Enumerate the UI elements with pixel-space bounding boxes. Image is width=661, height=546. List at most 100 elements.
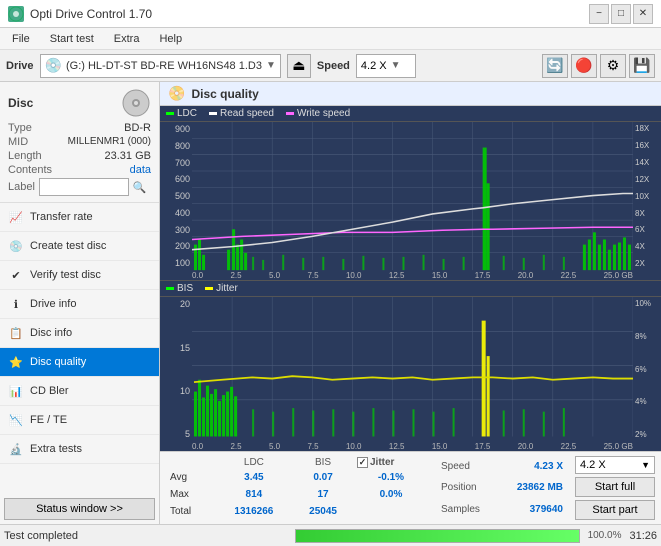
y-right-12x: 12X: [635, 175, 649, 184]
start-part-button[interactable]: Start part: [575, 500, 655, 520]
title-bar: Opti Drive Control 1.70 − □ ✕: [0, 0, 661, 28]
sidebar-item-disc-info[interactable]: 📋 Disc info: [0, 319, 159, 348]
x-bottom-label-50: 5.0: [269, 442, 280, 451]
y-bottom-15: 15: [180, 343, 190, 353]
stats-avg-row: Avg 3.45 0.07 -0.1%: [166, 469, 429, 486]
drive-label: Drive: [6, 60, 34, 72]
save-button[interactable]: 💾: [629, 54, 655, 78]
x-label-75: 7.5: [307, 271, 318, 280]
minimize-button[interactable]: −: [589, 4, 609, 24]
bottom-chart-svg-container: 0.0 2.5 5.0 7.5 10.0 12.5 15.0 17.5 20.0…: [192, 297, 633, 451]
drive-selector[interactable]: 💿 (G:) HL-DT-ST BD-RE WH16NS48 1.D3 ▼: [40, 54, 281, 78]
avg-jitter: -0.1%: [353, 469, 429, 486]
disc-contents-row: Contents data: [8, 164, 151, 176]
menu-help[interactable]: Help: [151, 31, 190, 47]
top-chart-legend: LDC Read speed Write speed: [160, 106, 661, 122]
speed-selector[interactable]: 4.2 X ▼: [356, 54, 416, 78]
label-input[interactable]: [39, 178, 129, 196]
length-value: 23.31 GB: [105, 150, 151, 162]
x-bottom-label-100: 10.0: [346, 442, 362, 451]
menu-extra[interactable]: Extra: [106, 31, 148, 47]
y-label-800: 800: [175, 141, 190, 151]
max-jitter: 0.0%: [353, 486, 429, 503]
position-label: Position: [441, 482, 477, 493]
chart-header: 📀 Disc quality: [160, 82, 661, 106]
speed-position-section: Speed 4.23 X Position 23862 MB Samples 3…: [437, 456, 567, 520]
th-empty: [166, 456, 215, 469]
nav-drive-info-label: Drive info: [30, 298, 76, 310]
status-window-button[interactable]: Status window >>: [4, 498, 155, 520]
bottom-chart-body: 20 15 10 5: [160, 297, 661, 451]
speed-dropdown[interactable]: 4.2 X ▼: [575, 456, 655, 474]
x-label-50: 5.0: [269, 271, 280, 280]
max-bis: 17: [293, 486, 353, 503]
sidebar: Disc Type BD-R MID MILLENMR1 (000) Leng: [0, 82, 160, 524]
chart-area: 📀 Disc quality LDC Read speed Write spee…: [160, 82, 661, 524]
speed-row: Speed 4.23 X: [441, 461, 563, 472]
sidebar-item-disc-quality[interactable]: ⭐ Disc quality: [0, 348, 159, 377]
sidebar-item-verify-test-disc[interactable]: ✔ Verify test disc: [0, 261, 159, 290]
right-controls: 4.2 X ▼ Start full Start part: [575, 456, 655, 520]
disc-title: Disc: [8, 96, 33, 110]
label-label: Label: [8, 181, 35, 193]
nav-fe-te-label: FE / TE: [30, 414, 67, 426]
menu-start-test[interactable]: Start test: [42, 31, 102, 47]
y-right-10x: 10X: [635, 192, 649, 201]
nav-disc-info-label: Disc info: [30, 327, 72, 339]
eject-button[interactable]: ⏏: [287, 54, 311, 78]
x-label-200: 20.0: [518, 271, 534, 280]
samples-row: Samples 379640: [441, 504, 563, 515]
settings-button[interactable]: ⚙: [600, 54, 626, 78]
drive-info-icon: ℹ: [8, 296, 24, 312]
y-axis-right-bottom: 10% 8% 6% 4% 2%: [633, 297, 661, 451]
y-label-200: 200: [175, 241, 190, 251]
speed-row-label: Speed: [441, 461, 470, 472]
y-right-16x: 16X: [635, 141, 649, 150]
bottom-chart-container: BIS Jitter 20 15 10 5: [160, 280, 661, 451]
y-right-6x: 6X: [635, 225, 645, 234]
x-label-150: 15.0: [432, 271, 448, 280]
y-label-900: 900: [175, 124, 190, 134]
refresh-button[interactable]: 🔄: [542, 54, 568, 78]
menu-file[interactable]: File: [4, 31, 38, 47]
avg-bis: 0.07: [293, 469, 353, 486]
type-label: Type: [8, 122, 32, 134]
total-label: Total: [166, 503, 215, 520]
speed-value: 4.2 X: [361, 60, 387, 72]
y-bottom-10: 10: [180, 386, 190, 396]
disc-length-row: Length 23.31 GB: [8, 150, 151, 162]
y-right-2x: 2X: [635, 259, 645, 268]
progress-percent: 100.0%: [588, 530, 622, 541]
create-test-disc-icon: 💿: [8, 238, 24, 254]
x-label-125: 12.5: [389, 271, 405, 280]
sidebar-item-extra-tests[interactable]: 🔬 Extra tests: [0, 435, 159, 464]
maximize-button[interactable]: □: [611, 4, 631, 24]
bis-color-dot: [166, 287, 174, 290]
sidebar-item-transfer-rate[interactable]: 📈 Transfer rate: [0, 203, 159, 232]
verify-test-disc-icon: ✔: [8, 267, 24, 283]
jitter-checkbox[interactable]: ✓: [357, 457, 368, 468]
close-button[interactable]: ✕: [633, 4, 653, 24]
start-full-button[interactable]: Start full: [575, 477, 655, 497]
sidebar-item-fe-te[interactable]: 📉 FE / TE: [0, 406, 159, 435]
cd-bler-icon: 📊: [8, 383, 24, 399]
position-row: Position 23862 MB: [441, 482, 563, 493]
drive-name: (G:) HL-DT-ST BD-RE WH16NS48 1.D3: [66, 60, 262, 72]
y-right-4x: 4X: [635, 242, 645, 251]
sidebar-item-cd-bler[interactable]: 📊 CD Bler: [0, 377, 159, 406]
sidebar-item-drive-info[interactable]: ℹ Drive info: [0, 290, 159, 319]
sidebar-item-create-test-disc[interactable]: 💿 Create test disc: [0, 232, 159, 261]
total-bis: 25045: [293, 503, 353, 520]
burn-button[interactable]: 🔴: [571, 54, 597, 78]
x-bottom-label-25: 2.5: [230, 442, 241, 451]
avg-ldc: 3.45: [215, 469, 293, 486]
y-axis-left-bottom: 20 15 10 5: [160, 297, 192, 451]
label-search-icon[interactable]: 🔍: [133, 181, 147, 194]
disc-quality-icon: ⭐: [8, 354, 24, 370]
status-bar: Test completed 100.0% 31:26: [0, 524, 661, 546]
nav-create-test-disc-label: Create test disc: [30, 240, 106, 252]
length-label: Length: [8, 150, 42, 162]
x-label-25: 2.5: [230, 271, 241, 280]
y-label-600: 600: [175, 174, 190, 184]
chart-title: Disc quality: [191, 87, 258, 101]
